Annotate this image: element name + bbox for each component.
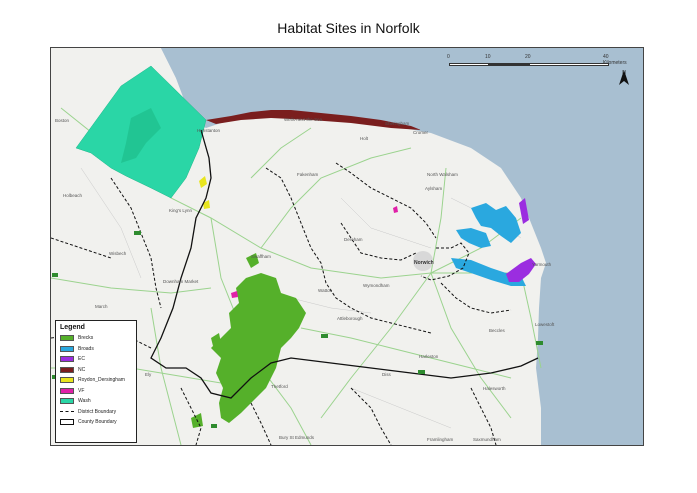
place-label: Boston (55, 118, 70, 123)
legend-item-brecks: Brecks (56, 333, 136, 344)
legend-label: NC (78, 366, 86, 373)
place-label: Harleston (419, 354, 439, 359)
legend-label: EC (78, 356, 85, 363)
map-legend: Legend Brecks Broads EC NC Roydon_Dersin… (55, 320, 137, 443)
place-label: King's Lynn (169, 208, 192, 213)
place-label: Diss (382, 372, 391, 377)
place-label: Wisbech (109, 251, 127, 256)
legend-item-wash: Wash (56, 396, 136, 407)
legend-item-vf: VF (56, 386, 136, 397)
place-label: North Walsham (427, 172, 458, 177)
legend-item-county: County Boundary (56, 417, 136, 428)
place-label: Fakenham (297, 172, 319, 177)
legend-item-nc: NC (56, 365, 136, 376)
district-boundary-symbol (60, 411, 74, 413)
place-label: Swaffham (251, 254, 271, 259)
legend-item-broads: Broads (56, 344, 136, 355)
place-label: Holbeach (63, 193, 83, 198)
legend-swatch (60, 398, 74, 405)
scale-tick: 10 (485, 54, 491, 60)
place-label: Watton (318, 288, 333, 293)
legend-label: Roydon_Dersingham (78, 377, 125, 384)
place-label: Norwich (414, 260, 434, 266)
scale-tick: 20 (525, 54, 531, 60)
map-canvas[interactable] (51, 48, 643, 445)
place-label: Wymondham (363, 283, 390, 288)
place-label: Sheringham (385, 121, 410, 126)
legend-item-ec: EC (56, 354, 136, 365)
legend-swatch (60, 335, 74, 342)
legend-item-district: District Boundary (56, 407, 136, 418)
map-frame[interactable]: Boston Holbeach Wisbech March Ely King's… (50, 47, 644, 446)
place-label: Dereham (344, 237, 363, 242)
place-label: Framlingham (427, 437, 454, 442)
legend-label: Brecks (78, 335, 94, 342)
place-label: Bury St Edmunds (279, 435, 315, 440)
place-label: Hunstanton (197, 128, 221, 133)
scale-bar: 0 10 20 40 Kilometers (447, 54, 627, 74)
brecks-habitat (211, 273, 306, 423)
legend-swatch (60, 366, 74, 373)
legend-swatch (60, 377, 74, 384)
map-title: Habitat Sites in Norfolk (277, 20, 420, 36)
place-label: Halesworth (483, 386, 506, 391)
place-label: Lowestoft (535, 322, 555, 327)
place-label: Aylsham (425, 186, 443, 191)
place-label: Holt (360, 136, 369, 141)
legend-swatch (60, 356, 74, 363)
legend-label: County Boundary (78, 419, 117, 426)
place-label: Beccles (489, 328, 505, 333)
scale-tick: 0 (447, 54, 450, 60)
legend-title: Legend (60, 324, 85, 331)
place-label: Cromer (413, 130, 429, 135)
place-label: Ely (145, 372, 152, 377)
place-label: Yarmouth (532, 262, 552, 267)
place-label: Saxmundham (473, 437, 501, 442)
place-label: Wells-next-the-Sea (284, 117, 323, 122)
north-arrow-icon: N (617, 70, 631, 92)
place-label: March (95, 304, 108, 309)
county-boundary-symbol (60, 419, 74, 426)
legend-item-roydon: Roydon_Dersingham (56, 375, 136, 386)
legend-label: District Boundary (78, 408, 117, 415)
place-label: Attleborough (337, 316, 363, 321)
legend-label: Wash (78, 398, 91, 405)
legend-label: VF (78, 387, 85, 394)
legend-swatch (60, 345, 74, 352)
place-label: Downham Market (163, 279, 199, 284)
place-label: Thetford (271, 384, 288, 389)
legend-label: Broads (78, 345, 94, 352)
legend-swatch (60, 387, 74, 394)
